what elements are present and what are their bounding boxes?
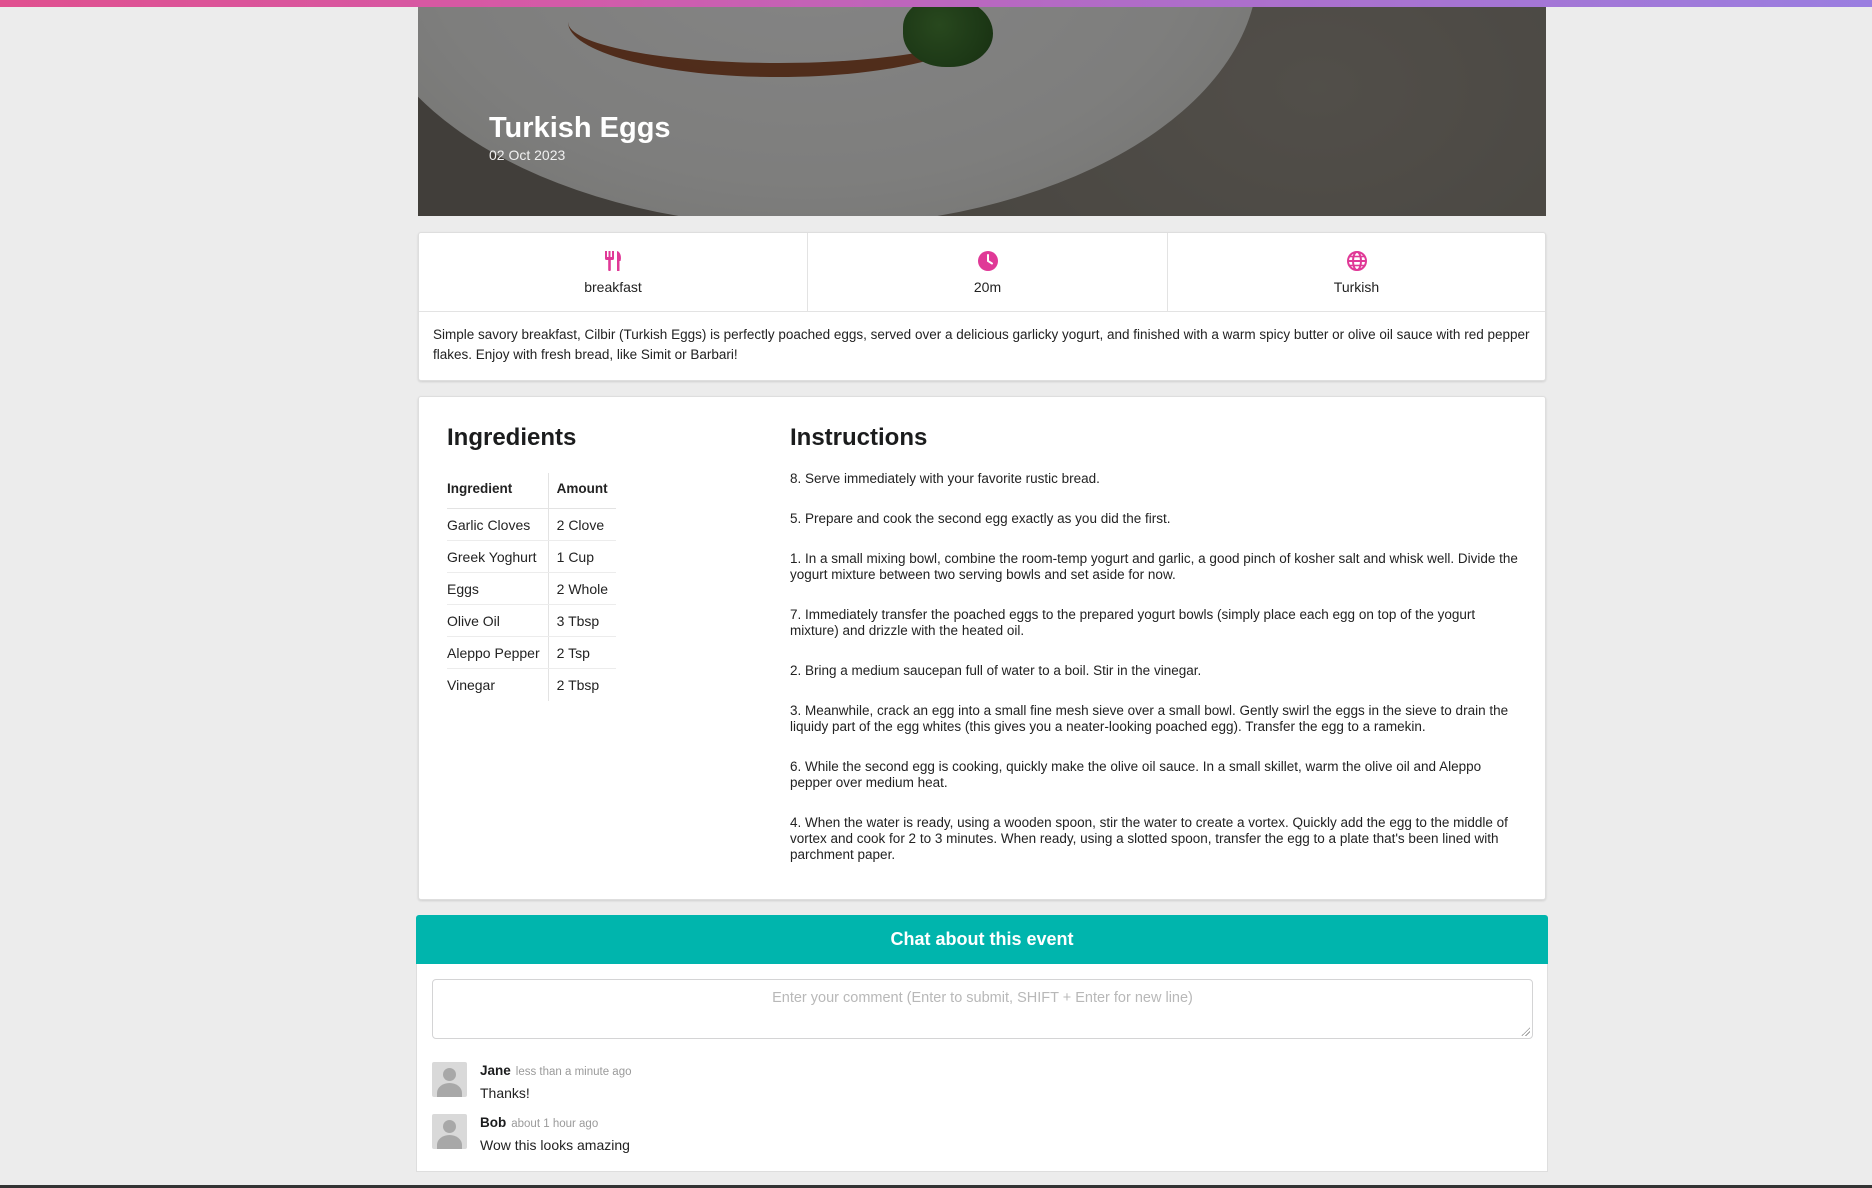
meta-time-label: 20m: [973, 279, 1002, 295]
ingredient-name: Eggs: [447, 572, 549, 605]
ingredient-amount: 2 Tbsp: [547, 668, 616, 701]
comment-item: Jane less than a minute ago Thanks!: [432, 1062, 632, 1101]
comment-timestamp: less than a minute ago: [515, 1066, 632, 1078]
avatar[interactable]: [432, 1062, 467, 1097]
table-row: Garlic Cloves 2 Clove: [447, 508, 616, 541]
chat-title: Chat about this event: [890, 929, 1074, 949]
clock-icon: [977, 249, 998, 273]
comment-author[interactable]: Bob: [480, 1115, 506, 1130]
recipe-meta-card: breakfast 20m Turkish Simple savory brea…: [418, 232, 1546, 381]
instruction-step: 6. While the second egg is cooking, quic…: [790, 759, 1482, 790]
recipe-description: Simple savory breakfast, Cilbir (Turkish…: [433, 327, 1530, 362]
column-header-amount: Amount: [547, 473, 616, 509]
meta-time: 20m: [808, 233, 1168, 311]
instruction-step: 7. Immediately transfer the poached eggs…: [790, 607, 1476, 638]
instruction-step: 8. Serve immediately with your favorite …: [790, 471, 1100, 486]
comment-content: Bob about 1 hour ago Wow this looks amazi…: [480, 1114, 630, 1153]
ingredients-header-row: Ingredient Amount: [447, 473, 616, 509]
instruction-step: 5. Prepare and cook the second egg exact…: [790, 511, 1171, 526]
recipe-meta-row: breakfast 20m Turkish: [419, 233, 1545, 312]
ingredient-name: Aleppo Pepper: [447, 636, 549, 669]
meta-category: breakfast: [419, 233, 808, 311]
instructions-section: Instructions 8. Serve immediately with y…: [790, 423, 1520, 887]
instruction-step: 2. Bring a medium saucepan full of water…: [790, 663, 1202, 678]
comment-text: Thanks!: [480, 1085, 530, 1101]
ingredient-name: Olive Oil: [447, 604, 549, 637]
table-row: Olive Oil 3 Tbsp: [447, 604, 616, 637]
table-row: Vinegar 2 Tbsp: [447, 668, 616, 701]
ingredient-amount: 2 Tsp: [547, 636, 616, 669]
avatar[interactable]: [432, 1114, 467, 1149]
ingredient-amount: 2 Clove: [547, 508, 616, 541]
ingredient-amount: 2 Whole: [547, 572, 616, 605]
instructions-heading: Instructions: [790, 424, 928, 451]
table-row: Greek Yoghurt 1 Cup: [447, 540, 616, 573]
column-header-ingredient: Ingredient: [447, 473, 549, 509]
chat-header: Chat about this event: [416, 915, 1548, 964]
comment-item: Bob about 1 hour ago Wow this looks amazi…: [432, 1114, 630, 1153]
top-accent-bar: [0, 0, 1872, 7]
instruction-step: 1. In a small mixing bowl, combine the r…: [790, 551, 1518, 582]
ingredient-amount: 3 Tbsp: [547, 604, 616, 637]
table-row: Aleppo Pepper 2 Tsp: [447, 636, 616, 669]
ingredients-heading: Ingredients: [447, 424, 577, 451]
globe-icon: [1346, 249, 1367, 273]
ingredients-table: Ingredient Amount Garlic Cloves 2 Clove …: [447, 473, 616, 701]
comment-content: Jane less than a minute ago Thanks!: [480, 1062, 632, 1101]
instruction-step: 3. Meanwhile, crack an egg into a small …: [790, 703, 1509, 734]
hero-title-block: Turkish Eggs 02 Oct 2023: [489, 111, 671, 163]
ingredient-name: Vinegar: [447, 677, 496, 694]
ingredient-name: Garlic Cloves: [447, 508, 549, 541]
ingredients-section: Ingredients Ingredient Amount Garlic Clo…: [447, 423, 747, 701]
ingredient-amount: 1 Cup: [547, 540, 616, 573]
recipe-details-card: Ingredients Ingredient Amount Garlic Clo…: [418, 396, 1546, 900]
chat-panel: Jane less than a minute ago Thanks! Bobab…: [416, 964, 1548, 1172]
table-row: Eggs 2 Whole: [447, 572, 616, 605]
recipe-title: Turkish Eggs: [489, 112, 671, 144]
comment-author[interactable]: Jane: [480, 1063, 511, 1078]
instructions-list: 8. Serve immediately with your favorite …: [790, 471, 1520, 863]
meta-cuisine: Turkish: [1168, 233, 1545, 311]
recipe-date: 02 Oct 2023: [489, 147, 566, 163]
recipe-hero-image: Turkish Eggs 02 Oct 2023: [418, 7, 1546, 216]
comment-text: Wow this looks amazing: [480, 1137, 630, 1153]
textarea-resize-handle[interactable]: [1521, 1027, 1530, 1036]
meta-category-label: breakfast: [584, 279, 642, 295]
meta-cuisine-label: Turkish: [1333, 279, 1380, 295]
ingredient-name: Greek Yoghurt: [447, 540, 549, 573]
utensils-icon: [604, 249, 622, 273]
instruction-step: 4. When the water is ready, using a wood…: [790, 815, 1508, 862]
comment-input[interactable]: [432, 979, 1533, 1039]
comment-timestamp: about 1 hour ago: [511, 1118, 599, 1130]
